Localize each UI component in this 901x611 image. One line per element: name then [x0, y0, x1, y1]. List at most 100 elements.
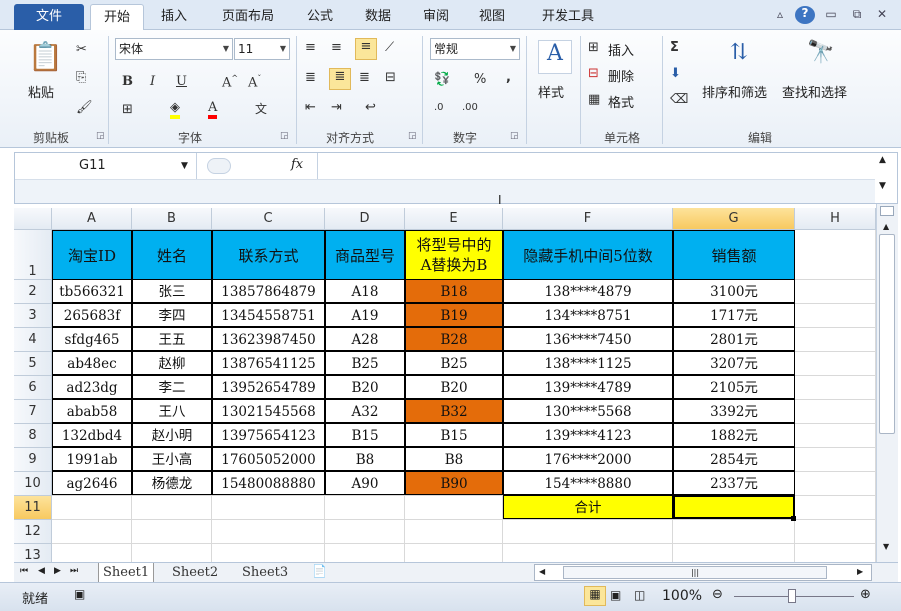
underline-icon[interactable]: U	[176, 74, 187, 89]
number-launcher-icon[interactable]: ◲	[510, 131, 519, 141]
data-cell[interactable]: 13952654789	[212, 375, 325, 399]
format-cells-icon[interactable]: ▦	[588, 92, 600, 107]
format-cells-button[interactable]: 格式	[608, 92, 634, 111]
data-cell[interactable]: 杨德龙	[132, 471, 212, 495]
percent-icon[interactable]: %	[474, 72, 486, 87]
header-cell-a[interactable]: 淘宝ID	[52, 230, 132, 280]
header-cell-f[interactable]: 隐藏手机中间5位数	[503, 230, 673, 280]
tab-data[interactable]: 数据	[356, 4, 400, 30]
data-cell[interactable]: 13876541125	[212, 351, 325, 375]
tab-insert[interactable]: 插入	[152, 4, 196, 30]
align-top-icon[interactable]: ≡	[305, 40, 316, 55]
borders-icon[interactable]: ⊞	[122, 102, 133, 117]
formula-bar-scroll-up-icon[interactable]: ▲	[879, 155, 886, 165]
chevron-down-icon[interactable]: ▼	[181, 153, 188, 179]
data-cell[interactable]: 13975654123	[212, 423, 325, 447]
column-header-b[interactable]: B	[132, 208, 212, 230]
sheet-tab-sheet2[interactable]: Sheet2	[168, 563, 222, 582]
data-cell[interactable]: 15480088880	[212, 471, 325, 495]
align-left-icon[interactable]: ≣	[305, 70, 316, 85]
row-header-4[interactable]: 4	[14, 328, 52, 352]
window-minimize-icon[interactable]: ▭	[822, 7, 840, 21]
align-bottom-icon[interactable]: ≡	[355, 38, 377, 60]
data-cell[interactable]: 1991ab	[52, 447, 132, 471]
window-restore-icon[interactable]: ⧉	[848, 7, 866, 22]
help-icon[interactable]: ?	[795, 6, 815, 24]
data-cell[interactable]: B25	[405, 351, 503, 375]
normal-view-icon[interactable]: ▦	[584, 586, 606, 606]
tab-formulas[interactable]: 公式	[298, 4, 342, 30]
font-launcher-icon[interactable]: ◲	[280, 131, 289, 141]
column-header-c[interactable]: C	[212, 208, 325, 230]
format-painter-icon[interactable]: 🖌	[76, 100, 93, 115]
data-cell[interactable]: ad23dg	[52, 375, 132, 399]
data-cell[interactable]: sfdg465	[52, 327, 132, 351]
data-cell[interactable]: abab58	[52, 399, 132, 423]
formula-bar-scroll-down-icon[interactable]: ▼	[879, 181, 886, 191]
data-cell[interactable]: 13021545568	[212, 399, 325, 423]
data-cell[interactable]: A90	[325, 471, 405, 495]
delete-cells-icon[interactable]: ⊟	[588, 66, 599, 81]
data-cell[interactable]: A18	[325, 279, 405, 303]
split-box-icon[interactable]	[880, 206, 894, 216]
data-cell[interactable]: B8	[325, 447, 405, 471]
data-cell[interactable]: 13454558751	[212, 303, 325, 327]
data-cell[interactable]: 2801元	[673, 327, 795, 351]
cut-icon[interactable]: ✂	[76, 42, 87, 57]
data-cell[interactable]: 265683f	[52, 303, 132, 327]
align-center-icon[interactable]: ≣	[329, 68, 351, 90]
data-cell[interactable]: 132dbd4	[52, 423, 132, 447]
fill-handle[interactable]	[791, 516, 796, 521]
row-header-10[interactable]: 10	[14, 472, 52, 496]
header-cell-d[interactable]: 商品型号	[325, 230, 405, 280]
data-cell[interactable]: B25	[325, 351, 405, 375]
zoom-out-icon[interactable]: ⊖	[712, 587, 723, 602]
header-cell-c[interactable]: 联系方式	[212, 230, 325, 280]
fill-icon[interactable]: ⬇	[670, 66, 681, 81]
grow-font-icon[interactable]: A^	[222, 74, 238, 90]
align-middle-icon[interactable]: ≡	[331, 40, 342, 55]
increase-indent-icon[interactable]: ⇥	[331, 100, 342, 115]
page-break-view-icon[interactable]: ◫	[634, 588, 645, 602]
shrink-font-icon[interactable]: Aˇ	[248, 74, 261, 90]
zoom-slider-thumb[interactable]	[788, 589, 796, 603]
data-cell[interactable]: 136****7450	[503, 327, 673, 351]
data-cell[interactable]: B15	[325, 423, 405, 447]
zoom-level[interactable]: 100%	[662, 588, 702, 604]
data-cell[interactable]: B28	[405, 327, 503, 351]
prev-sheet-icon[interactable]: ◀	[38, 566, 45, 576]
tab-page-layout[interactable]: 页面布局	[210, 4, 286, 30]
scroll-down-icon[interactable]: ▼	[883, 542, 889, 551]
tab-view[interactable]: 视图	[470, 4, 514, 30]
header-cell-g[interactable]: 销售额	[673, 230, 795, 280]
vertical-scrollbar[interactable]: ▲ ▼	[876, 204, 898, 562]
styles-icon[interactable]: A	[538, 40, 572, 74]
font-color-icon[interactable]: A	[208, 100, 218, 119]
data-cell[interactable]: B20	[325, 375, 405, 399]
tab-developer[interactable]: 开发工具	[530, 4, 606, 30]
data-cell[interactable]: 130****5568	[503, 399, 673, 423]
formula-input-area[interactable]: fx	[197, 153, 897, 179]
column-header-f[interactable]: F	[503, 208, 673, 230]
header-cell-e[interactable]: 将型号中的 A替换为B	[405, 230, 503, 280]
row-header-3[interactable]: 3	[14, 304, 52, 328]
data-cell[interactable]: 138****1125	[503, 351, 673, 375]
scroll-right-icon[interactable]: ▶	[857, 567, 863, 576]
horizontal-scrollbar[interactable]: ◀ ||| ▶	[534, 564, 872, 581]
select-all-corner[interactable]	[14, 208, 52, 230]
find-select-icon[interactable]: 🔭	[804, 40, 838, 65]
insert-cells-button[interactable]: 插入	[608, 40, 634, 59]
increase-decimal-icon[interactable]: .0	[434, 102, 444, 113]
data-cell[interactable]: 赵柳	[132, 351, 212, 375]
row-header-5[interactable]: 5	[14, 352, 52, 376]
data-cell[interactable]: 2337元	[673, 471, 795, 495]
data-cell[interactable]: 17605052000	[212, 447, 325, 471]
sort-filter-icon[interactable]: ⇅	[722, 40, 756, 65]
data-cell[interactable]: B8	[405, 447, 503, 471]
row-header-12[interactable]: 12	[14, 520, 52, 544]
new-sheet-icon[interactable]: 📄	[312, 564, 327, 578]
header-cell-b[interactable]: 姓名	[132, 230, 212, 280]
data-cell[interactable]: B32	[405, 399, 503, 423]
data-cell[interactable]: 2854元	[673, 447, 795, 471]
sort-filter-button[interactable]: 排序和筛选	[702, 82, 767, 101]
